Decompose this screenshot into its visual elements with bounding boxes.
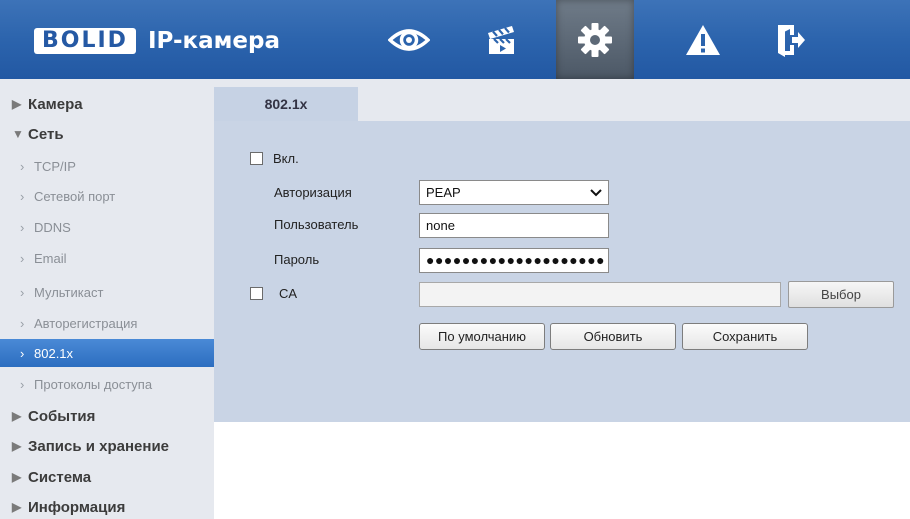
chevron-right-icon: › [20, 376, 25, 392]
sidebar-item-email[interactable]: › Email [0, 243, 214, 273]
eye-icon [388, 28, 430, 51]
sidebar-item-label: Запись и хранение [28, 437, 170, 455]
username-field[interactable]: none [419, 213, 609, 238]
chevron-right-icon: › [20, 284, 25, 300]
ca-path-field[interactable] [419, 282, 781, 307]
sidebar-item-label: Камера [28, 95, 83, 113]
sidebar-item-label: TCP/IP [34, 158, 76, 174]
warning-icon [686, 24, 720, 55]
logout-icon [778, 24, 805, 57]
sidebar-item-recording-storage[interactable]: ▶ Запись и хранение [0, 431, 214, 461]
alarm-button[interactable] [664, 0, 742, 79]
sidebar-item-access-protocols[interactable]: › Протоколы доступа [0, 369, 214, 399]
sidebar-item-tcpip[interactable]: › TCP/IP [0, 151, 214, 181]
chevron-right-icon: › [20, 158, 25, 174]
collapsed-triangle-icon: ▶ [12, 470, 22, 484]
sidebar-item-camera[interactable]: ▶ Камера [0, 89, 214, 119]
collapsed-triangle-icon: ▶ [12, 409, 22, 423]
sidebar-item-8021x[interactable]: › 802.1x [0, 339, 214, 367]
sidebar-item-multicast[interactable]: › Мультикаст [0, 277, 214, 307]
enable-label: Вкл. [273, 151, 299, 166]
logo: BOLID IP-камера [34, 26, 280, 56]
sidebar-item-network[interactable]: ▼ Сеть [0, 119, 214, 149]
live-view-button[interactable] [370, 0, 448, 79]
sidebar-item-ddns[interactable]: › DDNS [0, 212, 214, 242]
sidebar-item-label: Сетевой порт [34, 188, 116, 204]
sidebar-item-information[interactable]: ▶ Информация [0, 492, 214, 519]
save-button[interactable]: Сохранить [682, 323, 808, 350]
tab-bar: 802.1x [214, 79, 910, 121]
expanded-triangle-icon: ▼ [12, 127, 24, 141]
default-button[interactable]: По умолчанию [419, 323, 545, 350]
choose-button[interactable]: Выбор [788, 281, 894, 308]
sidebar-item-events[interactable]: ▶ События [0, 401, 214, 431]
brand-logo: BOLID [34, 28, 136, 54]
sidebar-item-label: Авторегистрация [34, 315, 138, 331]
sidebar-item-label: Система [28, 468, 92, 486]
sidebar-item-label: 802.1x [34, 345, 74, 361]
sidebar-item-label: События [28, 407, 96, 425]
sidebar-item-label: Email [34, 250, 67, 266]
ca-checkbox[interactable] [250, 287, 263, 300]
auth-select[interactable]: PEAP [419, 180, 609, 205]
sidebar-item-network-port[interactable]: › Сетевой порт [0, 181, 214, 211]
sidebar-item-label: DDNS [34, 219, 71, 235]
sidebar-item-autoregistration[interactable]: › Авторегистрация [0, 308, 214, 338]
sidebar-item-label: Мультикаст [34, 284, 104, 300]
chevron-right-icon: › [20, 345, 25, 361]
user-label: Пользователь [274, 217, 359, 232]
refresh-button[interactable]: Обновить [550, 323, 676, 350]
enable-checkbox[interactable] [250, 152, 263, 165]
clapperboard-icon [488, 25, 514, 54]
settings-panel: Вкл. Авторизация PEAP Пользователь none … [214, 121, 910, 422]
app-title: IP-камера [147, 28, 281, 54]
sidebar-item-system[interactable]: ▶ Система [0, 462, 214, 492]
sidebar-item-label: Протоколы доступа [34, 376, 153, 392]
auth-label: Авторизация [274, 185, 352, 200]
top-header: BOLID IP-камера [0, 0, 910, 79]
password-field[interactable]: ●●●●●●●●●●●●●●●●●●●● [419, 248, 609, 273]
collapsed-triangle-icon: ▶ [12, 97, 22, 111]
chevron-down-icon [590, 188, 602, 196]
tab-8021x[interactable]: 802.1x [214, 87, 358, 121]
chevron-right-icon: › [20, 250, 25, 266]
playback-button[interactable] [462, 0, 540, 79]
chevron-right-icon: › [20, 315, 25, 331]
collapsed-triangle-icon: ▶ [12, 500, 22, 514]
sidebar: ▶ Камера ▼ Сеть › TCP/IP › Сетевой порт … [0, 79, 214, 519]
gear-icon [578, 22, 612, 57]
ca-label: CA [279, 286, 298, 301]
settings-button[interactable] [556, 0, 634, 79]
chevron-right-icon: › [20, 219, 25, 235]
auth-select-value: PEAP [426, 185, 461, 200]
chevron-right-icon: › [20, 188, 25, 204]
sidebar-item-label: Информация [28, 498, 126, 516]
password-label: Пароль [274, 252, 320, 267]
collapsed-triangle-icon: ▶ [12, 439, 22, 453]
logout-button[interactable] [752, 0, 830, 79]
sidebar-item-label: Сеть [28, 125, 64, 143]
